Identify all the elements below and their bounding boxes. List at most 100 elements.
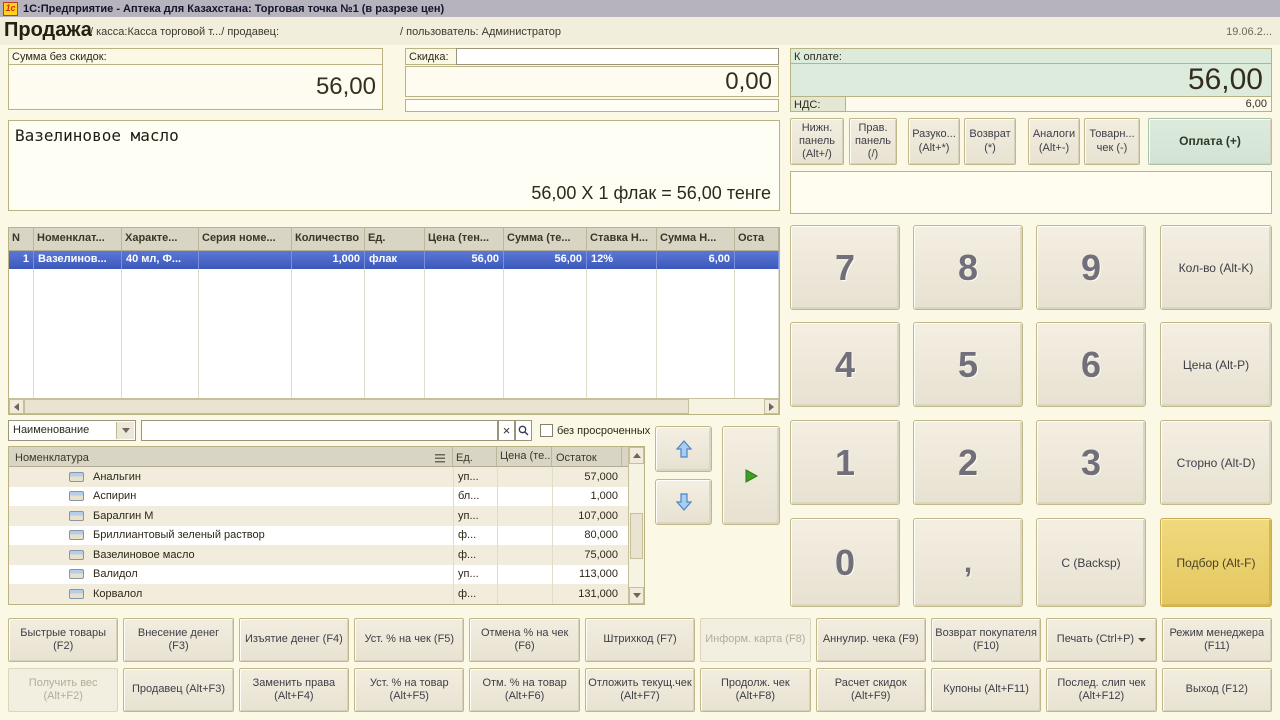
scroll-thumb[interactable] [24,399,689,414]
catalog-header-name[interactable]: Номенклатура [9,447,453,466]
item-icon [69,511,84,521]
sort-icon [435,454,445,463]
cancel-item-discount-button[interactable]: Отм. % на товар (Alt+F6) [469,668,579,712]
search-icon[interactable] [515,420,532,441]
hold-check-button[interactable]: Отложить текущ.чек (Alt+F7) [585,668,695,712]
catalog-table[interactable]: Номенклатура Ед. Цена (те... Остаток Ана… [8,446,645,605]
catalog-vertical-scrollbar[interactable] [628,447,644,604]
quick-goods-button[interactable]: Быстрые товары (F2) [8,618,118,662]
list-item[interactable]: Вазелиновое маслоф...75,000 [9,545,644,565]
no-expired-checkbox[interactable] [540,424,553,437]
cancel-check-discount-button[interactable]: Отмена % на чек (F6) [469,618,579,662]
catalog-header-unit[interactable]: Ед. [453,447,497,466]
no-expired-label: без просроченных [557,425,650,437]
goods-receipt-button[interactable]: Товарн... чек (-) [1084,118,1140,165]
search-field-selector[interactable]: Наименование [8,420,136,441]
arrow-up-icon [675,439,693,459]
pay-button[interactable]: Оплата (+) [1148,118,1272,165]
numpad-1[interactable]: 1 [790,420,900,505]
barcode-button[interactable]: Штрихкод (F7) [585,618,695,662]
item-icon [69,589,84,599]
cart-table[interactable]: NНоменклат...Характе... Серия номе...Кол… [8,227,780,415]
analogs-button[interactable]: Аналоги (Alt+-) [1028,118,1080,165]
catalog-header[interactable]: Номенклатура Ед. Цена (те... Остаток [9,447,644,467]
page-title: Продажа [4,19,92,42]
lower-panel-button[interactable]: Нижн. панель (Alt+/) [790,118,844,165]
scroll-right-icon[interactable] [764,399,779,414]
item-icon [69,472,84,482]
scroll-thumb[interactable] [630,513,643,559]
list-item[interactable]: Анальгинуп...57,000 [9,467,644,487]
calc-discounts-button[interactable]: Расчет скидок (Alt+F9) [816,668,926,712]
catalog-header-price[interactable]: Цена (те... [497,447,552,466]
arrow-down-icon [675,492,693,512]
numpad-9[interactable]: 9 [1036,225,1146,310]
window-title: 1С:Предприятие - Аптека для Казахстана: … [23,3,444,15]
numpad-2[interactable]: 2 [913,420,1023,505]
right-panel-button[interactable]: Прав. панель (/) [849,118,897,165]
numpad-4[interactable]: 4 [790,322,900,407]
chevron-down-icon[interactable] [116,422,134,439]
move-down-button[interactable] [655,479,712,525]
last-slip-button[interactable]: Послед. слип чек (Alt+F12) [1046,668,1156,712]
scroll-left-icon[interactable] [9,399,24,414]
numpad-5[interactable]: 5 [913,322,1023,407]
cart-table-header[interactable]: NНоменклат...Характе... Серия номе...Кол… [9,228,779,251]
void-check-button[interactable]: Аннулир. чека (F9) [816,618,926,662]
entry-field[interactable] [790,171,1272,214]
set-item-discount-button[interactable]: Уст. % на товар (Alt+F5) [354,668,464,712]
list-item[interactable]: Корвалолф...131,000 [9,584,644,604]
info-card-button: Информ. карта (F8) [700,618,810,662]
list-item[interactable]: Бриллиантовый зеленый растворф...80,000 [9,526,644,546]
catalog-header-stock[interactable]: Остаток [552,447,622,466]
numpad-7[interactable]: 7 [790,225,900,310]
customer-display: Вазелиновое масло 56,00 Х 1 флак = 56,00… [8,120,780,211]
storno-button[interactable]: Сторно (Alt-D) [1160,420,1272,505]
get-weight-button: Получить вес (Alt+F2) [8,668,118,712]
seller-button[interactable]: Продавец (Alt+F3) [123,668,233,712]
date-label: 19.06.2... [1226,26,1272,38]
to-pay-value: 56,00 [790,63,1272,97]
numpad-0[interactable]: 0 [790,518,900,607]
discount-input[interactable] [456,48,779,65]
list-item[interactable]: Баралгин Муп...107,000 [9,506,644,526]
manager-mode-button[interactable]: Режим менеджера (F11) [1162,618,1272,662]
cash-in-button[interactable]: Внесение денег (F3) [123,618,233,662]
cart-horizontal-scrollbar[interactable] [9,398,779,414]
1c-logo-icon: 1с [3,2,18,16]
numpad-3[interactable]: 3 [1036,420,1146,505]
customer-return-button[interactable]: Возврат покупателя (F10) [931,618,1041,662]
set-check-discount-button[interactable]: Уст. % на чек (F5) [354,618,464,662]
unpack-button[interactable]: Разуко... (Alt+*) [908,118,960,165]
pick-item-button[interactable]: Подбор (Alt-F) [1160,518,1272,607]
cash-out-button[interactable]: Изъятие денег (F4) [239,618,349,662]
search-field-selector-value: Наименование [13,424,89,436]
scroll-up-icon[interactable] [629,447,644,464]
select-item-button[interactable] [722,426,780,525]
exit-button[interactable]: Выход (F12) [1162,668,1272,712]
cart-row-selected[interactable]: 1Вазелинов...40 мл, Ф... 1,000флак 56,00… [9,251,779,269]
search-input[interactable] [141,420,498,441]
price-button[interactable]: Цена (Alt-P) [1160,322,1272,407]
numpad-8[interactable]: 8 [913,225,1023,310]
numpad-comma[interactable]: , [913,518,1023,607]
change-rights-button[interactable]: Заменить права (Alt+F4) [239,668,349,712]
print-button[interactable]: Печать (Ctrl+P) [1046,618,1156,662]
backspace-button[interactable]: C (Backsp) [1036,518,1146,607]
scroll-down-icon[interactable] [629,587,644,604]
user-info: / пользователь: Администратор [400,26,561,38]
item-icon [69,530,84,540]
clear-search-icon[interactable]: × [498,420,515,441]
list-item[interactable]: Валидолуп...113,000 [9,565,644,585]
display-product-name: Вазелиновое масло [15,126,179,145]
cart-empty-area [9,269,779,401]
coupons-button[interactable]: Купоны (Alt+F11) [931,668,1041,712]
move-up-button[interactable] [655,426,712,472]
continue-check-button[interactable]: Продолж. чек (Alt+F8) [700,668,810,712]
numpad-6[interactable]: 6 [1036,322,1146,407]
kassa-info: / касса:Касса торговой т.../ продавец: [90,26,279,38]
quantity-button[interactable]: Кол-во (Alt-K) [1160,225,1272,310]
sum-no-discount-label: Сумма без скидок: [8,48,383,65]
list-item[interactable]: Аспиринбл...1,000 [9,487,644,507]
return-button[interactable]: Возврат (*) [964,118,1016,165]
